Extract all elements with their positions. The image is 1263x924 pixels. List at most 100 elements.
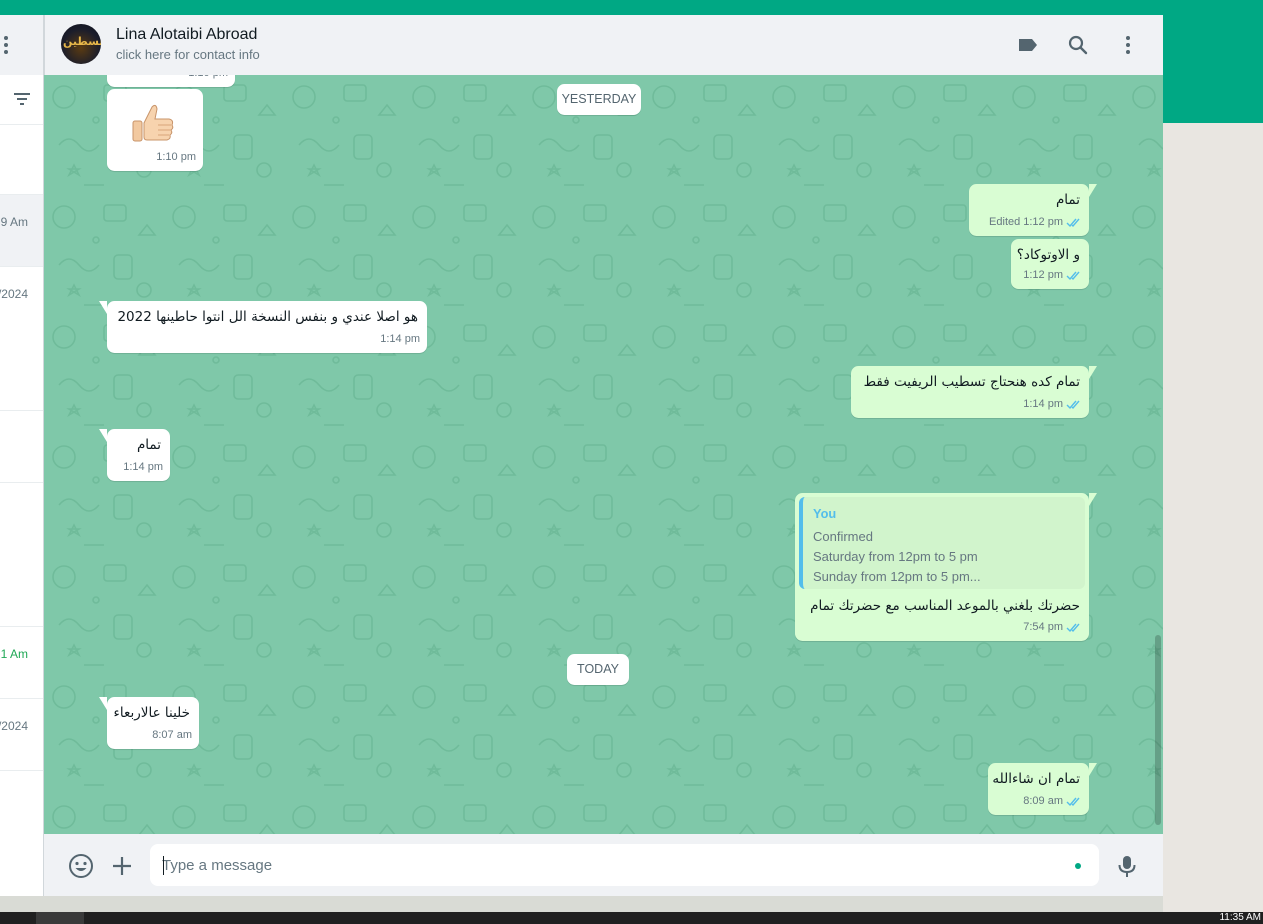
message-time: 1:12 pm — [1023, 269, 1063, 281]
date-divider: TODAY — [567, 654, 629, 685]
double-check-icon — [1066, 623, 1080, 633]
bubble-tail — [1089, 763, 1097, 776]
filter-icon[interactable] — [14, 92, 30, 106]
chat-time: 1 Am — [0, 647, 28, 661]
message-meta: 1:12 pm — [1023, 266, 1082, 285]
taskbar-clock[interactable]: 11:35 AM — [1219, 912, 1261, 924]
incoming-message[interactable]: هو اصلا عندي و بنفس النسخة الل انتوا حاط… — [99, 301, 427, 353]
message-time: 8:07 am — [152, 729, 192, 741]
conversation-header[interactable]: فلسطين Lina Alotaibi Abroad click here f… — [44, 15, 1163, 75]
emoji-icon[interactable] — [68, 853, 94, 879]
message-text: حضرتك بلغني بالموعد المناسب مع حضرتك تما… — [810, 598, 1080, 614]
message-input[interactable] — [162, 844, 1062, 886]
outgoing-message[interactable]: تمام كده هنحتاج تسطيب الريفيت فقط 1:14 p… — [851, 366, 1097, 418]
chat-list-item[interactable]: /2024 — [0, 699, 43, 771]
bubble-tail — [1089, 493, 1097, 506]
message-meta: 1:14 pm — [123, 458, 163, 477]
conversation-pane: فلسطين Lina Alotaibi Abroad click here f… — [44, 15, 1163, 896]
message-meta: 1:10 pm — [156, 148, 196, 167]
chat-time: /2024 — [0, 719, 28, 733]
message-time: 8:09 am — [1023, 795, 1063, 807]
chat-time: /2024 — [0, 287, 28, 301]
chat-list-pane: 9 Am /2024 1 Am /2024 — [0, 15, 44, 896]
chat-list-item[interactable] — [0, 483, 43, 627]
incoming-message[interactable]: خلينا عالاربعاء 8:07 am — [99, 697, 199, 749]
chat-list-item[interactable] — [0, 125, 43, 195]
bubble-tail — [1089, 184, 1097, 197]
message-time: 7:54 pm — [1023, 621, 1063, 633]
outgoing-message[interactable]: You Confirmed Saturday from 12pm to 5 pm… — [795, 493, 1097, 641]
message-meta: 8:07 am — [152, 726, 192, 745]
date-divider: YESTERDAY — [557, 84, 641, 115]
message-list[interactable]: 1:10 pm 1:10 pm YESTERDAY تمام Edited 1:… — [44, 75, 1163, 834]
message-text: خلينا عالاربعاء — [113, 705, 191, 721]
label-icon[interactable] — [1016, 33, 1040, 57]
status-dot — [1075, 863, 1081, 869]
chat-list-item[interactable]: 9 Am — [0, 195, 43, 267]
contact-info-link[interactable]: click here for contact info — [116, 47, 260, 62]
message-time: 1:14 pm — [1023, 398, 1063, 410]
outgoing-message[interactable]: تمام Edited 1:12 pm — [969, 184, 1097, 236]
message-text: تمام كده هنحتاج تسطيب الريفيت فقط — [863, 374, 1080, 390]
message-time: 1:10 pm — [156, 151, 196, 163]
contact-name[interactable]: Lina Alotaibi Abroad — [116, 26, 257, 44]
message-meta: 1:10 pm — [188, 75, 228, 83]
edited-label: Edited — [989, 216, 1021, 228]
message-text: تمام — [136, 437, 161, 453]
outgoing-message[interactable]: تمام ان شاءالله 8:09 am — [988, 763, 1097, 815]
message-meta: 1:14 pm — [380, 330, 420, 349]
message-text: تمام — [1055, 192, 1080, 208]
chat-list-search — [0, 75, 43, 125]
bubble-tail — [1089, 366, 1097, 379]
quoted-text: Sunday from 12pm to 5 pm... — [813, 569, 981, 584]
outgoing-message[interactable]: و الاوتوكاد؟ 1:12 pm — [1011, 239, 1089, 289]
double-check-icon — [1066, 797, 1080, 807]
incoming-message[interactable]: تمام 1:14 pm — [99, 429, 170, 481]
double-check-icon — [1066, 218, 1080, 228]
bubble-tail — [99, 429, 107, 442]
avatar-text: فلسطين — [63, 35, 101, 48]
avatar[interactable]: فلسطين — [61, 24, 101, 64]
thumbs-up-icon — [132, 104, 174, 142]
double-check-icon — [1066, 271, 1080, 281]
message-meta: 7:54 pm — [1023, 618, 1082, 637]
quoted-text: Saturday from 12pm to 5 pm — [813, 549, 978, 564]
incoming-message[interactable]: 1:10 pm — [107, 89, 203, 171]
message-text: تمام ان شاءالله — [992, 771, 1080, 787]
add-attachment-icon[interactable] — [109, 853, 135, 879]
message-meta: 1:14 pm — [1023, 395, 1082, 414]
double-check-icon — [1066, 400, 1080, 410]
microphone-icon[interactable] — [1114, 853, 1140, 879]
message-input-box[interactable] — [150, 844, 1099, 886]
message-time: 1:12 pm — [1023, 216, 1063, 228]
quoted-author: You — [813, 506, 837, 521]
os-taskbar: 11:35 AM — [0, 912, 1263, 924]
message-meta: 8:09 am — [1023, 792, 1082, 811]
bubble-tail — [99, 301, 107, 314]
app-top-strip — [0, 0, 1263, 15]
chat-time: 9 Am — [0, 215, 28, 229]
text-cursor — [163, 856, 164, 875]
quoted-message[interactable]: You Confirmed Saturday from 12pm to 5 pm… — [799, 497, 1085, 589]
chat-list-item[interactable]: 1 Am — [0, 627, 43, 699]
chat-list-item[interactable] — [0, 411, 43, 483]
taskbar-active-app[interactable] — [36, 912, 84, 924]
chat-list-item[interactable]: /2024 — [0, 267, 43, 411]
scrollbar[interactable] — [1155, 635, 1161, 825]
background-panel — [1163, 123, 1263, 912]
message-text: هو اصلا عندي و بنفس النسخة الل انتوا حاط… — [117, 309, 418, 325]
message-time: 1:10 pm — [188, 75, 228, 83]
background-accent-panel — [1163, 15, 1263, 123]
composer-bar — [44, 834, 1163, 896]
menu-dots-icon[interactable] — [0, 35, 12, 55]
message-text: و الاوتوكاد؟ — [1016, 247, 1080, 263]
menu-dots-icon[interactable] — [1116, 33, 1140, 57]
search-icon[interactable] — [1066, 33, 1090, 57]
message-time: 1:14 pm — [380, 333, 420, 345]
chat-list-header — [0, 15, 43, 75]
incoming-message[interactable]: 1:10 pm — [107, 75, 235, 87]
message-time: 1:14 pm — [123, 461, 163, 473]
quoted-text: Confirmed — [813, 529, 873, 544]
bubble-tail — [99, 697, 107, 710]
message-meta: Edited 1:12 pm — [989, 213, 1082, 232]
